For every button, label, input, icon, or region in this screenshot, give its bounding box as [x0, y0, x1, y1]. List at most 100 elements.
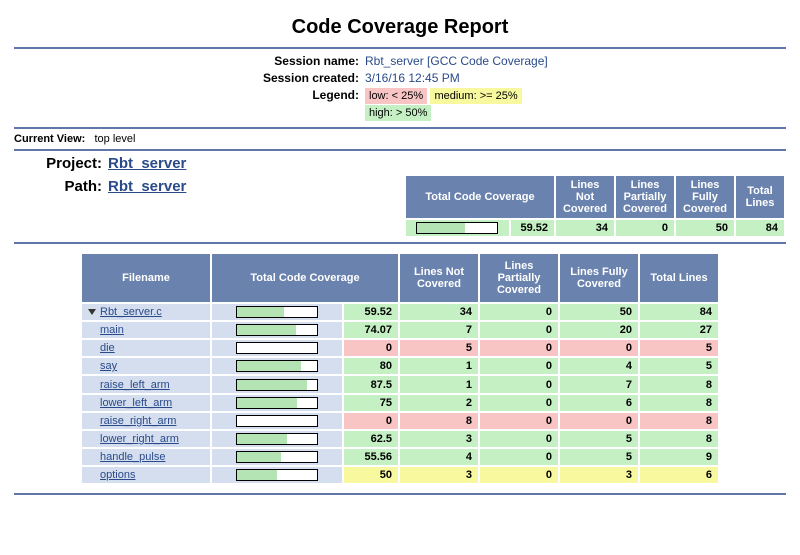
function-link[interactable]: lower_right_arm: [100, 433, 179, 445]
coverage-bar-cell: [212, 358, 342, 374]
project-row: Project: Rbt_server: [14, 155, 786, 172]
function-link[interactable]: say: [100, 360, 117, 372]
cell-part: 0: [480, 304, 558, 320]
cell-not: 1: [400, 358, 478, 374]
col-lines-fully-covered: Lines Fully Covered: [560, 254, 638, 302]
cell-pct: 0: [344, 340, 399, 356]
expand-icon[interactable]: [88, 309, 96, 315]
cell-pct: 62.5: [344, 431, 399, 447]
col-lines-partially-covered: Lines Partially Covered: [616, 176, 674, 218]
project-link[interactable]: Rbt_server: [108, 155, 186, 172]
cell-not: 4: [400, 449, 478, 465]
current-view-label: Current View:: [14, 133, 85, 145]
col-total-coverage: Total Code Coverage: [212, 254, 398, 302]
col-lines-not-covered: Lines Not Covered: [556, 176, 614, 218]
summary-table: Total Code Coverage Lines Not Covered Li…: [404, 174, 786, 238]
cell-not: 8: [400, 413, 478, 429]
page-title: Code Coverage Report: [14, 16, 786, 39]
cell-not: 2: [400, 395, 478, 411]
function-link[interactable]: die: [100, 342, 115, 354]
table-row: options503036: [82, 467, 718, 483]
coverage-bar: [236, 379, 318, 391]
col-lines-partially-covered: Lines Partially Covered: [480, 254, 558, 302]
table-row: die05005: [82, 340, 718, 356]
table-row: raise_left_arm87.51078: [82, 376, 718, 392]
current-view-value: top level: [94, 133, 135, 145]
cell-part: 0: [480, 395, 558, 411]
function-link[interactable]: handle_pulse: [100, 451, 165, 463]
coverage-bar: [236, 397, 318, 409]
divider: [14, 242, 786, 244]
detail-table: Filename Total Code Coverage Lines Not C…: [80, 252, 720, 485]
cell-full: 20: [560, 322, 638, 338]
session-name-label: Session name:: [14, 53, 365, 69]
table-row: lower_right_arm62.53058: [82, 431, 718, 447]
function-row[interactable]: die: [82, 340, 210, 356]
coverage-bar: [236, 433, 318, 445]
cell-lines: 9: [640, 449, 718, 465]
cell-pct: 74.07: [344, 322, 399, 338]
coverage-bar: [236, 342, 318, 354]
cell-full: 5: [560, 449, 638, 465]
coverage-bar-cell: [212, 304, 342, 320]
col-total-lines: Total Lines: [640, 254, 718, 302]
file-row[interactable]: Rbt_server.c: [82, 304, 210, 320]
session-created: 3/16/16 12:45 PM: [365, 70, 460, 86]
cell-pct: 80: [344, 358, 399, 374]
col-filename: Filename: [82, 254, 210, 302]
function-link[interactable]: raise_right_arm: [100, 415, 176, 427]
coverage-bar-cell: [212, 467, 342, 483]
coverage-bar-cell: [212, 340, 342, 356]
cell-lines: 6: [640, 467, 718, 483]
function-link[interactable]: main: [100, 324, 124, 336]
cell-pct: 0: [344, 413, 399, 429]
cell-not: 7: [400, 322, 478, 338]
coverage-bar-cell: [212, 376, 342, 392]
coverage-bar-cell: [212, 431, 342, 447]
project-label: Project:: [14, 155, 108, 172]
cell-full: 0: [560, 340, 638, 356]
cell-lines: 5: [640, 358, 718, 374]
function-row[interactable]: raise_left_arm: [82, 376, 210, 392]
coverage-bar: [236, 306, 318, 318]
function-row[interactable]: main: [82, 322, 210, 338]
table-row: main74.07702027: [82, 322, 718, 338]
col-total-lines: Total Lines: [736, 176, 784, 218]
session-created-label: Session created:: [14, 70, 365, 86]
coverage-bar: [236, 415, 318, 427]
cell-pct: 55.56: [344, 449, 399, 465]
cell-full: 7: [560, 376, 638, 392]
cell-pct: 59.52: [344, 304, 399, 320]
cell-lines: 8: [640, 413, 718, 429]
function-row[interactable]: say: [82, 358, 210, 374]
function-row[interactable]: options: [82, 467, 210, 483]
cell-not: 3: [400, 467, 478, 483]
cell-pct: 50: [344, 467, 399, 483]
summary-pct: 59.52: [511, 220, 554, 236]
cell-lines: 8: [640, 431, 718, 447]
path-link[interactable]: Rbt_server: [108, 178, 186, 195]
cell-pct: 87.5: [344, 376, 399, 392]
function-link[interactable]: raise_left_arm: [100, 379, 170, 391]
cell-full: 4: [560, 358, 638, 374]
cell-part: 0: [480, 413, 558, 429]
function-row[interactable]: raise_right_arm: [82, 413, 210, 429]
session-meta: Session name: Rbt_server [GCC Code Cover…: [14, 53, 786, 121]
divider: [14, 127, 786, 129]
legend-low: low: < 25%: [365, 88, 427, 104]
cell-lines: 27: [640, 322, 718, 338]
divider: [14, 493, 786, 495]
summary-part: 0: [616, 220, 674, 236]
function-row[interactable]: lower_right_arm: [82, 431, 210, 447]
function-link[interactable]: lower_left_arm: [100, 397, 172, 409]
function-link[interactable]: options: [100, 469, 135, 481]
file-link[interactable]: Rbt_server.c: [100, 306, 162, 318]
function-row[interactable]: lower_left_arm: [82, 395, 210, 411]
cell-full: 5: [560, 431, 638, 447]
table-row: raise_right_arm08008: [82, 413, 718, 429]
cell-part: 0: [480, 340, 558, 356]
coverage-bar-cell: [212, 449, 342, 465]
col-lines-not-covered: Lines Not Covered: [400, 254, 478, 302]
cell-lines: 8: [640, 376, 718, 392]
function-row[interactable]: handle_pulse: [82, 449, 210, 465]
